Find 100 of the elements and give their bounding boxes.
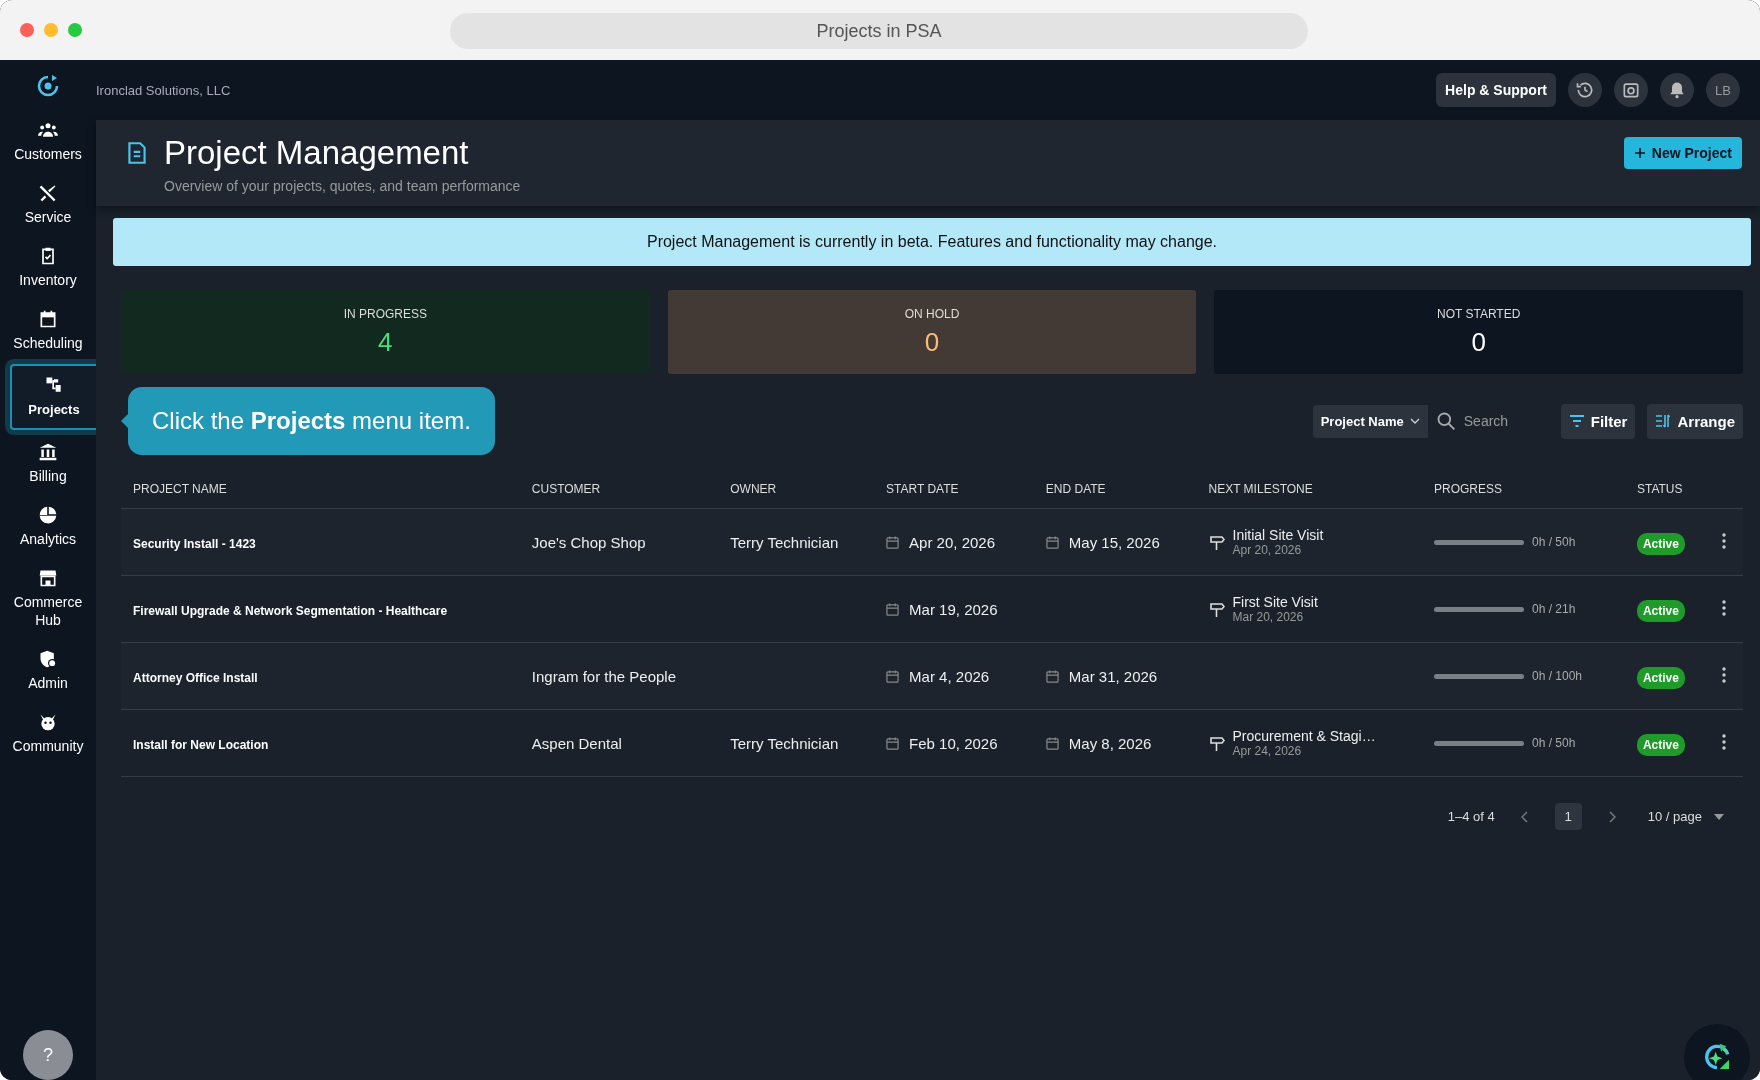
page-title: Project Management bbox=[164, 134, 470, 172]
column-header: CUSTOMER bbox=[519, 470, 719, 509]
search-field[interactable]: Search bbox=[1461, 412, 1536, 430]
signpost-icon bbox=[1208, 601, 1225, 617]
hours-text: 0h / 50h bbox=[1532, 736, 1576, 750]
sidebar-item[interactable]: Analytics bbox=[4, 497, 92, 556]
signpost-icon bbox=[1208, 735, 1225, 751]
calendar-icon bbox=[1045, 669, 1059, 683]
milestone-name: Initial Site Visit bbox=[1232, 527, 1324, 543]
sidebar-item[interactable]: Community bbox=[4, 704, 92, 763]
project-name[interactable]: Install for New Location bbox=[133, 737, 269, 752]
status-badge: Active bbox=[1636, 666, 1685, 689]
beta-banner: Project Management is currently in beta. Features and functionality may change. bbox=[113, 218, 1751, 266]
shield-icon bbox=[38, 649, 58, 669]
milestone-name: First Site Visit bbox=[1232, 594, 1318, 610]
page-subtitle: Overview of your projects, quotes, and team performance bbox=[164, 178, 522, 194]
column-header: PROJECT NAME bbox=[121, 470, 520, 509]
notifications-icon[interactable] bbox=[1660, 73, 1694, 107]
previous-page-icon[interactable] bbox=[1520, 810, 1529, 823]
pagination-range: 1–4 of 4 bbox=[1447, 809, 1495, 824]
calendar-icon bbox=[886, 602, 900, 616]
camera-icon[interactable] bbox=[1614, 73, 1648, 107]
column-header: NEXT MILESTONE bbox=[1196, 470, 1422, 509]
hours-text: 0h / 100h bbox=[1532, 669, 1583, 683]
filter-icon bbox=[1568, 415, 1585, 427]
status-badge: Active bbox=[1636, 733, 1685, 756]
hierarchy-icon bbox=[44, 375, 64, 395]
sidebar-item[interactable]: Billing bbox=[4, 434, 92, 493]
more-options-icon[interactable] bbox=[1721, 599, 1726, 616]
animal-face-icon bbox=[38, 712, 58, 732]
close-window-icon[interactable] bbox=[20, 23, 34, 37]
stat-value: 0 bbox=[924, 326, 940, 358]
more-options-icon[interactable] bbox=[1721, 733, 1726, 750]
assistant-button[interactable] bbox=[1684, 1024, 1750, 1080]
pie-chart-icon bbox=[38, 505, 58, 525]
milestone-name: Procurement & Stagi… bbox=[1232, 728, 1376, 744]
stat-label: ON HOLD bbox=[904, 306, 960, 321]
calendar-icon bbox=[886, 535, 900, 549]
help-support-button[interactable]: Help & Support bbox=[1436, 73, 1556, 107]
next-page-icon[interactable] bbox=[1607, 810, 1616, 823]
company-name: Ironclad Solutions, LLC bbox=[96, 82, 231, 98]
status-badge: Active bbox=[1636, 532, 1685, 555]
end-date: Mar 31, 2026 bbox=[1068, 667, 1158, 685]
logo-icon bbox=[36, 74, 60, 98]
more-options-icon[interactable] bbox=[1721, 666, 1726, 683]
sidebar-item[interactable]: Customers bbox=[4, 112, 92, 171]
sidebar-item[interactable]: Service bbox=[4, 175, 92, 234]
project-name[interactable]: Attorney Office Install bbox=[133, 670, 258, 685]
plus-icon bbox=[1633, 147, 1646, 159]
owner-name: Terry Technician bbox=[730, 734, 839, 752]
column-header: START DATE bbox=[874, 470, 1034, 509]
sidebar-item[interactable]: Admin bbox=[4, 641, 92, 700]
caret-icon bbox=[1409, 418, 1420, 424]
start-date: Mar 19, 2026 bbox=[909, 600, 998, 618]
sidebar-item[interactable]: Inventory bbox=[4, 238, 92, 297]
calendar-icon bbox=[886, 669, 900, 683]
calendar-icon bbox=[1045, 535, 1059, 549]
stat-value: 0 bbox=[1471, 326, 1486, 358]
start-date: Apr 20, 2026 bbox=[909, 533, 995, 551]
project-name[interactable]: Firewall Upgrade & Network Segmentation - Healthcare bbox=[133, 603, 448, 618]
start-date: Feb 10, 2026 bbox=[909, 734, 998, 752]
sidebar-item[interactable]: Commerce Hub bbox=[4, 560, 92, 637]
column-header: STATUS bbox=[1624, 470, 1710, 509]
customer-name: Ingram for the People bbox=[531, 667, 677, 685]
customer-name: Joe's Chop Shop bbox=[531, 533, 646, 551]
filter-button[interactable]: Filter bbox=[1560, 403, 1636, 439]
status-badge: Active bbox=[1636, 599, 1685, 622]
milestone-date: Apr 24, 2026 bbox=[1232, 744, 1303, 758]
more-options-icon[interactable] bbox=[1721, 532, 1726, 549]
stat-label: NOT STARTED bbox=[1437, 306, 1521, 321]
end-date: May 8, 2026 bbox=[1068, 734, 1152, 752]
project-name[interactable]: Security Install - 1423 bbox=[133, 536, 256, 551]
history-icon[interactable] bbox=[1568, 73, 1602, 107]
column-header: OWNER bbox=[718, 470, 875, 509]
milestone-date: Mar 20, 2026 bbox=[1232, 610, 1305, 624]
new-project-button[interactable]: New Project bbox=[1623, 137, 1742, 169]
calendar-icon bbox=[886, 736, 900, 750]
page-button[interactable]: 1 bbox=[1554, 803, 1582, 830]
tools-icon bbox=[38, 183, 58, 203]
page-size-select[interactable]: 10 / page bbox=[1641, 808, 1730, 825]
address-bar[interactable]: Projects in PSA bbox=[450, 13, 1308, 49]
stat-label: IN PROGRESS bbox=[343, 306, 427, 321]
hours-text: 0h / 21h bbox=[1532, 602, 1576, 616]
owner-name: Terry Technician bbox=[730, 533, 839, 551]
stat-value: 4 bbox=[378, 326, 393, 358]
people-icon bbox=[38, 120, 58, 140]
signpost-icon bbox=[1208, 534, 1225, 550]
column-header: PROGRESS bbox=[1422, 470, 1625, 509]
milestone-date: Apr 20, 2026 bbox=[1232, 543, 1303, 557]
user-avatar[interactable]: LB bbox=[1706, 73, 1740, 107]
customer-name: Aspen Dental bbox=[531, 734, 622, 752]
arrange-button[interactable]: Arrange bbox=[1647, 403, 1743, 439]
sidebar-item[interactable]: Scheduling bbox=[4, 301, 92, 360]
tutorial-tooltip: Click the Projects menu item. bbox=[128, 387, 495, 455]
sort-icon bbox=[1655, 414, 1672, 428]
column-header: END DATE bbox=[1033, 470, 1197, 509]
calendar-icon bbox=[38, 309, 58, 329]
caret-icon bbox=[1714, 813, 1724, 820]
field-select[interactable]: Project Name bbox=[1312, 404, 1428, 438]
hours-text: 0h / 50h bbox=[1532, 535, 1576, 549]
